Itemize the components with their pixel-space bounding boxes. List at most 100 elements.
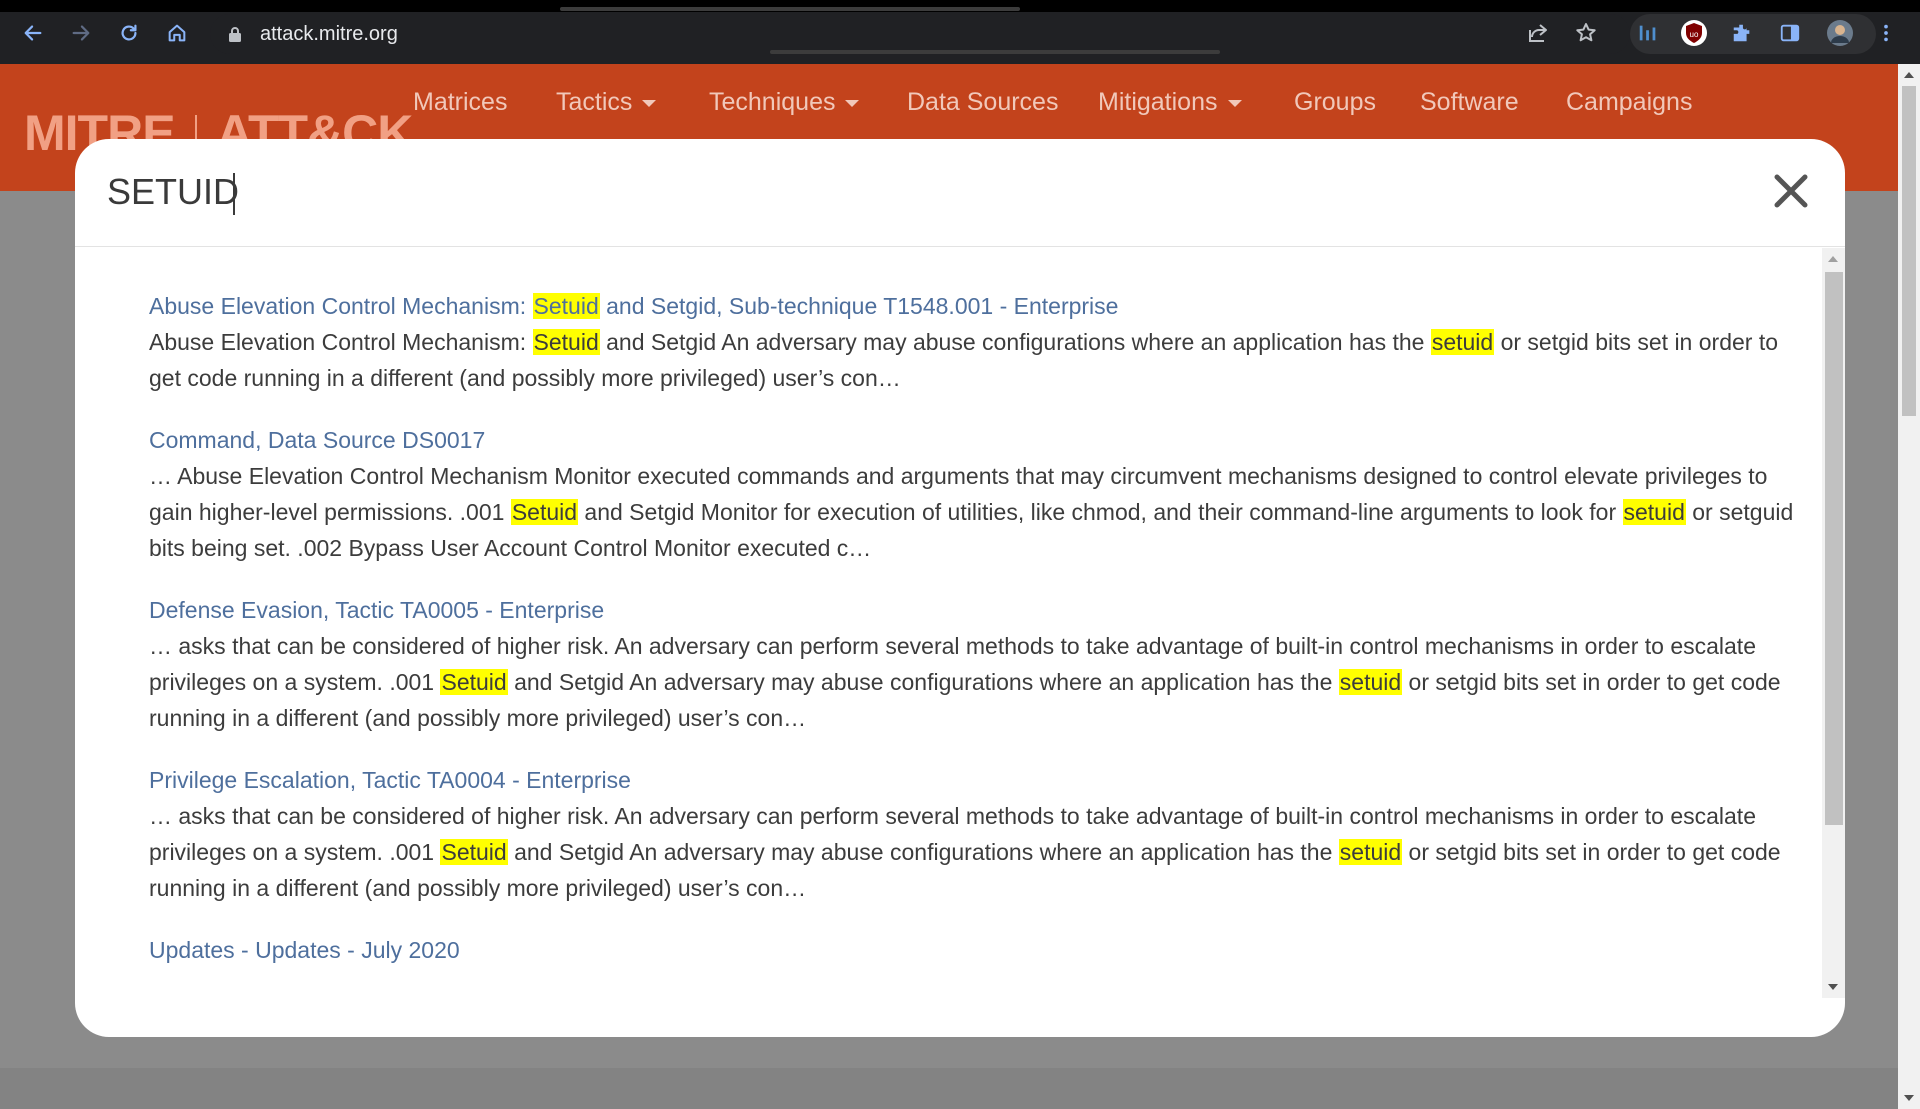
back-button[interactable] — [18, 18, 48, 48]
match-highlight: setuid — [1338, 669, 1403, 695]
browser-menu-button[interactable] — [1872, 19, 1900, 47]
result-snippet-text: and Setgid Monitor for execution of util… — [578, 499, 1623, 525]
result-title-link[interactable]: Privilege Escalation, Tactic TA0004 - En… — [149, 762, 1809, 798]
nav-matrices[interactable]: Matrices — [413, 88, 507, 117]
avatar-icon — [1827, 20, 1853, 46]
search-result: Privilege Escalation, Tactic TA0004 - En… — [149, 762, 1809, 906]
side-panel-button[interactable] — [1776, 19, 1804, 47]
close-icon — [1774, 174, 1808, 208]
ublock-extension-button[interactable]: uo — [1680, 19, 1708, 47]
page-scrollbar[interactable] — [1898, 64, 1920, 1109]
result-snippet: … asks that can be considered of higher … — [149, 798, 1809, 906]
match-highlight: Setuid — [532, 329, 600, 355]
nav-label: Campaigns — [1566, 88, 1693, 116]
lock-icon — [229, 27, 241, 42]
nav-tactics[interactable]: Tactics — [556, 88, 657, 117]
result-title-link[interactable]: Defense Evasion, Tactic TA0005 - Enterpr… — [149, 592, 1809, 628]
analytics-extension-button[interactable] — [1634, 19, 1662, 47]
match-highlight: setuid — [1430, 329, 1495, 355]
arrow-right-icon — [72, 25, 90, 41]
result-title-text: Defense Evasion, Tactic TA0005 - Enterpr… — [149, 597, 605, 623]
result-title-text: Abuse Elevation Control Mechanism: — [149, 293, 533, 319]
result-snippet-text: Abuse Elevation Control Mechanism: — [149, 329, 533, 355]
ublock-shield-icon: uo — [1681, 20, 1707, 46]
svg-text:uo: uo — [1690, 30, 1699, 39]
home-icon — [168, 24, 186, 42]
result-snippet: … Abuse Elevation Control Mechanism Moni… — [149, 458, 1809, 566]
nav-techniques[interactable]: Techniques — [709, 88, 860, 117]
bookmark-button[interactable] — [1572, 19, 1600, 47]
match-highlight: Setuid — [532, 293, 600, 319]
result-snippet-text: and Setgid An adversary may abuse config… — [507, 839, 1339, 865]
text-cursor — [233, 173, 235, 215]
tab-strip — [0, 0, 1920, 12]
puzzle-piece-icon — [1733, 24, 1750, 42]
search-result: Defense Evasion, Tactic TA0005 - Enterpr… — [149, 592, 1809, 736]
caret-down-icon — [642, 99, 657, 107]
nav-data-sources[interactable]: Data Sources — [907, 88, 1058, 117]
close-button[interactable] — [1771, 171, 1811, 211]
result-snippet: Abuse Elevation Control Mechanism: Setui… — [149, 324, 1809, 396]
footer-band — [0, 1068, 1898, 1109]
scroll-down-arrow-icon[interactable] — [1904, 1095, 1914, 1101]
result-title-link[interactable]: Updates - Updates - July 2020 — [149, 932, 1809, 968]
results-scrollbar-thumb[interactable] — [1825, 272, 1843, 825]
share-button[interactable] — [1524, 19, 1552, 47]
search-modal-header — [75, 139, 1845, 247]
nav-label: Matrices — [413, 88, 508, 116]
search-results-panel: Abuse Elevation Control Mechanism: Setui… — [75, 248, 1845, 1037]
match-highlight: Setuid — [440, 669, 508, 695]
result-snippet-text: and Setgid An adversary may abuse config… — [599, 329, 1431, 355]
address-bar[interactable]: attack.mitre.org — [210, 14, 1630, 54]
kebab-menu-icon — [1884, 24, 1888, 42]
nav-label: Software — [1420, 88, 1519, 116]
result-title-text: Privilege Escalation, Tactic TA0004 - En… — [149, 767, 631, 793]
search-result: Command, Data Source DS0017 … Abuse Eleva… — [149, 422, 1809, 566]
nav-label: Techniques — [709, 88, 836, 116]
star-icon — [1576, 23, 1596, 42]
nav-label: Data Sources — [907, 88, 1059, 116]
result-title-link[interactable]: Command, Data Source DS0017 — [149, 422, 1809, 458]
search-result: Updates - Updates - July 2020 — [149, 932, 1809, 968]
extensions-button[interactable] — [1728, 19, 1756, 47]
reload-button[interactable] — [114, 18, 144, 48]
match-highlight: setuid — [1338, 839, 1403, 865]
nav-label: Groups — [1294, 88, 1376, 116]
results-scrollbar[interactable] — [1822, 248, 1845, 998]
forward-button[interactable] — [66, 18, 96, 48]
browser-toolbar: attack.mitre.org uo — [0, 0, 1920, 64]
home-button[interactable] — [162, 18, 192, 48]
result-title-link[interactable]: Abuse Elevation Control Mechanism: Setui… — [149, 288, 1809, 324]
caret-down-icon — [845, 99, 860, 107]
scroll-up-arrow-icon[interactable] — [1828, 256, 1838, 262]
bar-chart-icon — [1639, 25, 1656, 41]
result-title-text: Command, Data Source DS0017 — [149, 427, 486, 453]
url-text: attack.mitre.org — [260, 23, 398, 45]
nav-software[interactable]: Software — [1420, 88, 1519, 117]
reload-icon — [121, 24, 137, 41]
search-modal: Abuse Elevation Control Mechanism: Setui… — [75, 139, 1845, 1037]
match-highlight: Setuid — [510, 499, 579, 525]
search-results-list: Abuse Elevation Control Mechanism: Setui… — [149, 288, 1809, 994]
nav-groups[interactable]: Groups — [1294, 88, 1376, 117]
page-scrollbar-thumb[interactable] — [1902, 86, 1916, 416]
result-title-text: and Setgid, Sub-technique T1548.001 - En… — [599, 293, 1119, 319]
result-snippet-text: and Setgid An adversary may abuse config… — [507, 669, 1339, 695]
nav-label: Mitigations — [1098, 88, 1218, 116]
nav-campaigns[interactable]: Campaigns — [1566, 88, 1692, 117]
arrow-left-icon — [24, 25, 42, 41]
search-result: Abuse Elevation Control Mechanism: Setui… — [149, 288, 1809, 396]
match-highlight: setuid — [1622, 499, 1686, 525]
match-highlight: Setuid — [440, 839, 508, 865]
caret-down-icon — [1227, 99, 1242, 107]
share-icon — [1529, 24, 1547, 42]
profile-avatar[interactable] — [1826, 19, 1854, 47]
side-panel-icon — [1780, 24, 1800, 42]
nav-label: Tactics — [556, 88, 633, 116]
scroll-up-arrow-icon[interactable] — [1904, 72, 1914, 78]
search-input[interactable] — [107, 167, 1407, 217]
result-title-text: Updates - Updates - July 2020 — [149, 937, 460, 963]
nav-mitigations[interactable]: Mitigations — [1098, 88, 1242, 117]
scroll-down-arrow-icon[interactable] — [1828, 984, 1838, 990]
result-snippet: … asks that can be considered of higher … — [149, 628, 1809, 736]
